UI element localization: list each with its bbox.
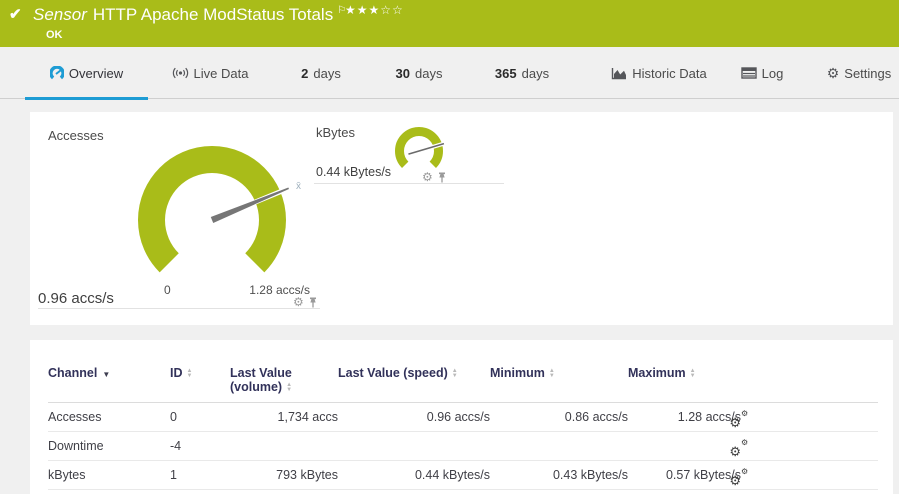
column-header-minimum[interactable]: Minimum▲▼: [490, 354, 628, 403]
cell-last-volume: [230, 432, 338, 461]
cell-maximum: [628, 432, 741, 461]
gauge-title-kbytes: kBytes: [316, 125, 355, 140]
gauge-icon: [50, 66, 64, 80]
tab-number: 365: [495, 66, 517, 81]
accesses-gauge: x̄: [112, 135, 322, 303]
cell-last-speed: [338, 432, 490, 461]
cell-last-speed: 0.44 kBytes/s: [338, 461, 490, 490]
gear-icon[interactable]: ⚙: [293, 296, 304, 308]
tab-label: Live Data: [194, 66, 249, 81]
table-row[interactable]: Downtime -4 ⚙⚙: [48, 432, 878, 461]
column-header-last-speed[interactable]: Last Value (speed)▲▼: [338, 354, 490, 403]
gear-icon[interactable]: ⚙: [422, 171, 433, 183]
cell-last-speed: 0.96 accs/s: [338, 403, 490, 432]
cell-maximum: 1.28 accs/s: [628, 403, 741, 432]
cell-id: -4: [170, 432, 230, 461]
gauge-tile-actions: ⚙: [422, 171, 447, 183]
gauge-current-value-kbytes: 0.44 kBytes/s: [316, 165, 391, 179]
tab-label: Overview: [69, 66, 123, 81]
tile-divider: [314, 183, 504, 184]
tab-live-data[interactable]: Live Data: [160, 47, 260, 99]
page-title: SensorHTTP Apache ModStatus Totals⚐: [33, 5, 346, 25]
table-row[interactable]: Accesses 0 1,734 accs 0.96 accs/s 0.86 a…: [48, 403, 878, 432]
cell-channel[interactable]: Accesses: [48, 403, 170, 432]
sort-desc-icon: ▼: [102, 370, 110, 379]
column-header-maximum[interactable]: Maximum▲▼: [628, 354, 741, 403]
tab-overview[interactable]: Overview: [25, 47, 148, 99]
tab-label: Settings: [844, 66, 891, 81]
tab-label: Log: [762, 66, 784, 81]
area-chart-icon: [611, 66, 627, 80]
sensor-kind-label: Sensor: [33, 5, 87, 24]
pin-icon[interactable]: [437, 172, 447, 183]
table-header-row: Channel▼ ID▲▼ Last Value (volume)▲▼ Last…: [48, 354, 878, 403]
tab-label: days: [313, 66, 340, 81]
status-badge: OK: [46, 29, 63, 41]
gauge-title-accesses: Accesses: [48, 128, 104, 143]
stars-filled: ★★★: [345, 3, 380, 17]
broadcast-icon: [172, 66, 189, 80]
column-header-channel[interactable]: Channel▼: [48, 354, 170, 403]
sort-icon: ▲▼: [690, 369, 696, 379]
tab-365-days[interactable]: 365 days: [483, 47, 561, 99]
channels-panel: Channel▼ ID▲▼ Last Value (volume)▲▼ Last…: [30, 340, 893, 494]
tab-number: 30: [396, 66, 410, 81]
tab-label: days: [522, 66, 549, 81]
gauge-min-label: 0: [164, 283, 171, 297]
tab-number: 2: [301, 66, 308, 81]
cell-last-volume: 1,734 accs: [230, 403, 338, 432]
cell-minimum: 0.86 accs/s: [490, 403, 628, 432]
sensor-name: HTTP Apache ModStatus Totals: [93, 5, 333, 24]
sort-icon: ▲▼: [549, 369, 555, 379]
tab-bar: Overview Live Data 2 days 30 days 365 da…: [0, 47, 899, 99]
table-row[interactable]: kBytes 1 793 kBytes 0.44 kBytes/s 0.43 k…: [48, 461, 878, 490]
pin-icon[interactable]: [308, 297, 318, 308]
gauges-panel: Accesses x̄ 0 1.28 accs/s 0.96 accs/s ⚙ …: [30, 112, 893, 325]
priority-stars[interactable]: ★★★☆☆: [345, 3, 404, 17]
cell-id: 1: [170, 461, 230, 490]
tab-historic-data[interactable]: Historic Data: [603, 47, 715, 99]
average-marker: x̄: [296, 181, 301, 192]
tab-log[interactable]: Log: [733, 47, 791, 99]
cell-last-volume: 793 kBytes: [230, 461, 338, 490]
stars-empty: ☆☆: [380, 3, 404, 17]
tab-label: Historic Data: [632, 66, 706, 81]
gauge-current-value-accesses: 0.96 accs/s: [38, 290, 114, 307]
log-list-icon: [741, 67, 757, 79]
cell-maximum: 0.57 kBytes/s: [628, 461, 741, 490]
tab-settings[interactable]: ⚙ Settings: [823, 47, 895, 99]
gear-icon: ⚙: [827, 66, 840, 80]
column-header-id[interactable]: ID▲▼: [170, 354, 230, 403]
gauge-arc: [152, 160, 273, 263]
column-header-actions: [741, 354, 878, 403]
tab-label: days: [415, 66, 442, 81]
sort-icon: ▲▼: [286, 383, 292, 393]
tile-divider: [38, 308, 320, 309]
cell-id: 0: [170, 403, 230, 432]
sensor-header: ✔ SensorHTTP Apache ModStatus Totals⚐ ★★…: [0, 0, 899, 47]
tab-30-days[interactable]: 30 days: [385, 47, 453, 99]
cell-channel[interactable]: Downtime: [48, 432, 170, 461]
gauge-tile-actions: ⚙: [293, 296, 318, 308]
cell-minimum: 0.43 kBytes/s: [490, 461, 628, 490]
channels-table: Channel▼ ID▲▼ Last Value (volume)▲▼ Last…: [48, 354, 878, 490]
column-header-last-volume[interactable]: Last Value (volume)▲▼: [230, 354, 338, 403]
cell-minimum: [490, 432, 628, 461]
cell-channel[interactable]: kBytes: [48, 461, 170, 490]
tab-2-days[interactable]: 2 days: [290, 47, 352, 99]
status-ok-check-icon: ✔: [9, 5, 22, 23]
sort-icon: ▲▼: [187, 369, 193, 379]
sort-icon: ▲▼: [452, 369, 458, 379]
